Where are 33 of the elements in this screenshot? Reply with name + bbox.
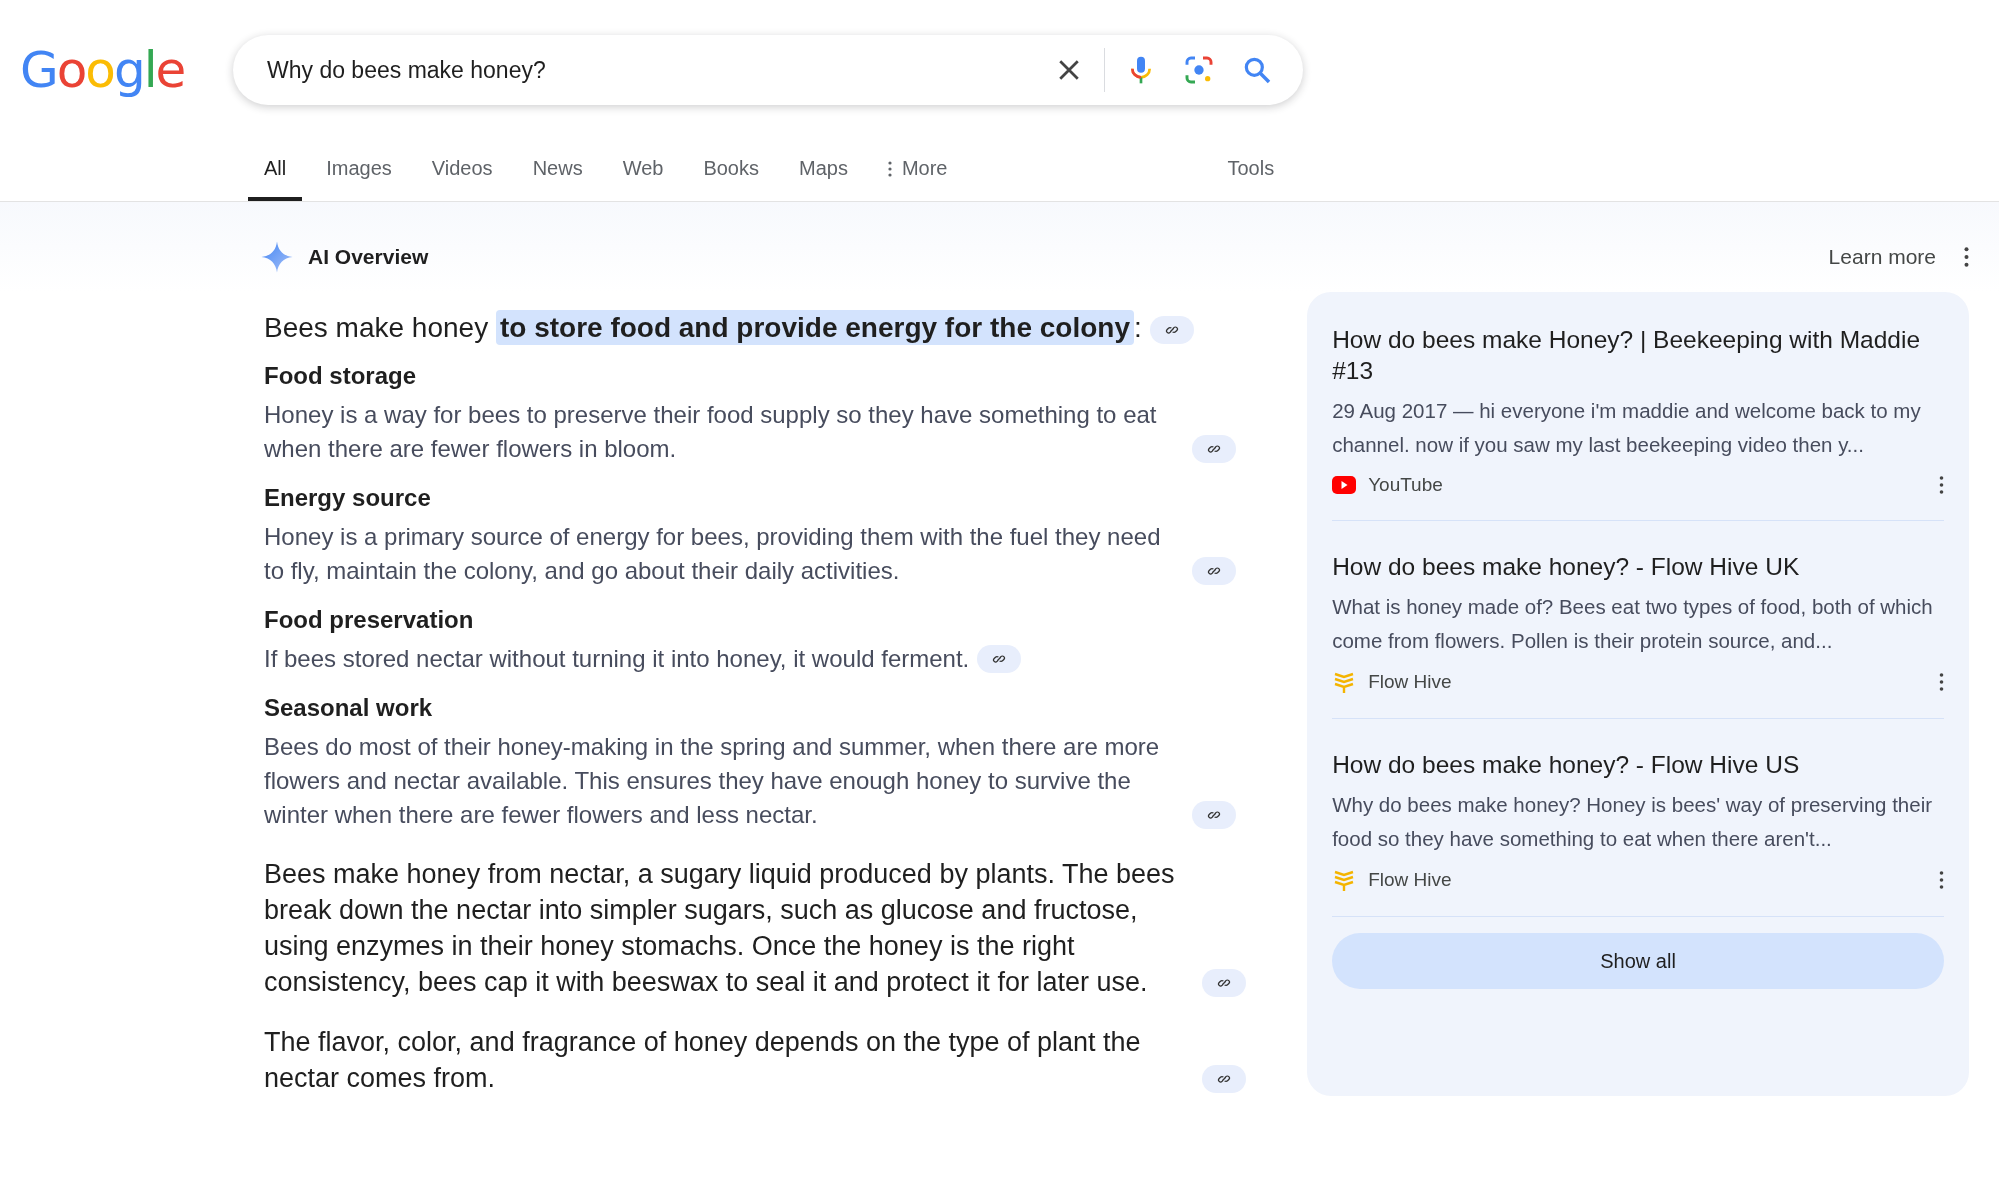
headline-text: Bees make honey to store food and provide energy for the colony: — [264, 310, 1142, 345]
source-title-link[interactable]: How do bees make honey? - Flow Hive UK — [1332, 551, 1944, 582]
ai-overview-title: AI Overview — [308, 245, 429, 269]
tools-tab[interactable]: Tools — [1211, 140, 1291, 201]
section-heading: Energy source — [264, 483, 432, 513]
source-snippet: Why do bees make honey? Honey is bees' way of preserving their food so they have something to eat when there aren't... — [1332, 792, 1934, 852]
tab[interactable]: Web — [606, 140, 680, 201]
section-heading: Food storage — [264, 361, 417, 391]
show-all-button[interactable]: Show all — [1332, 933, 1944, 989]
tab[interactable]: Maps — [783, 140, 864, 201]
tab[interactable]: More — [871, 140, 964, 201]
section-text: Honey is a primary source of energy for bees, providing them with the fuel they need to fly, maintain the colony, and go about their daily activities. — [264, 522, 1162, 586]
tab[interactable]: Images — [310, 140, 408, 201]
section-text: If bees stored nectar without turning it into honey, it would ferment. — [264, 644, 970, 674]
source-title-link[interactable]: How do bees make honey? - Flow Hive US — [1332, 749, 1944, 780]
tab[interactable]: News — [516, 140, 599, 201]
tab[interactable]: Videos — [415, 140, 509, 201]
source-title-link[interactable]: How do bees make Honey? | Beekeeping with Maddie #13 — [1332, 324, 1944, 386]
section-heading: Seasonal work — [264, 693, 434, 723]
search-field[interactable]: Why do bees make honey? — [265, 55, 1028, 85]
section-text: Bees do most of their honey-making in the spring and summer, when there are more flowers and nectar available. This ensures they have enough honey to survive the winter when there are fewer flowers and less nectar. — [264, 732, 1161, 830]
google-logo[interactable]: Google — [20, 41, 233, 99]
source-snippet: 29 Aug 2017 — hi everyone i'm maddie and welcome back to my channel. now if you saw my last beekeeping video then y... — [1332, 398, 1922, 458]
source-site-name: Flow Hive — [1368, 869, 1452, 891]
section-text: Honey is a way for bees to preserve their food supply so they have something to eat when there are fewer flowers in bloom. — [264, 400, 1158, 464]
paragraph-text: Bees make honey from nectar, a sugary liquid produced by plants. The bees break down the nectar into simpler sugars, such as glucose and fructose, using enzymes in their honey stomachs. Once the honey is the right consistency, bees cap it with beeswax to seal it and protect it for later use. — [264, 858, 1176, 999]
learn-more-link[interactable]: Learn more — [1828, 245, 1936, 269]
section-heading: Food preservation — [264, 605, 475, 635]
paragraph-text: The flavor, color, and fragrance of honey depends on the type of plant the nectar comes from. — [264, 1026, 1142, 1095]
source-site-name: Flow Hive — [1368, 671, 1452, 693]
source-site-name: YouTube — [1368, 474, 1443, 496]
tab[interactable]: Books — [687, 140, 775, 201]
source-snippet: What is honey made of? Bees eat two types of food, both of which come from flowers. Pollen is their protein source, and... — [1332, 594, 1934, 654]
